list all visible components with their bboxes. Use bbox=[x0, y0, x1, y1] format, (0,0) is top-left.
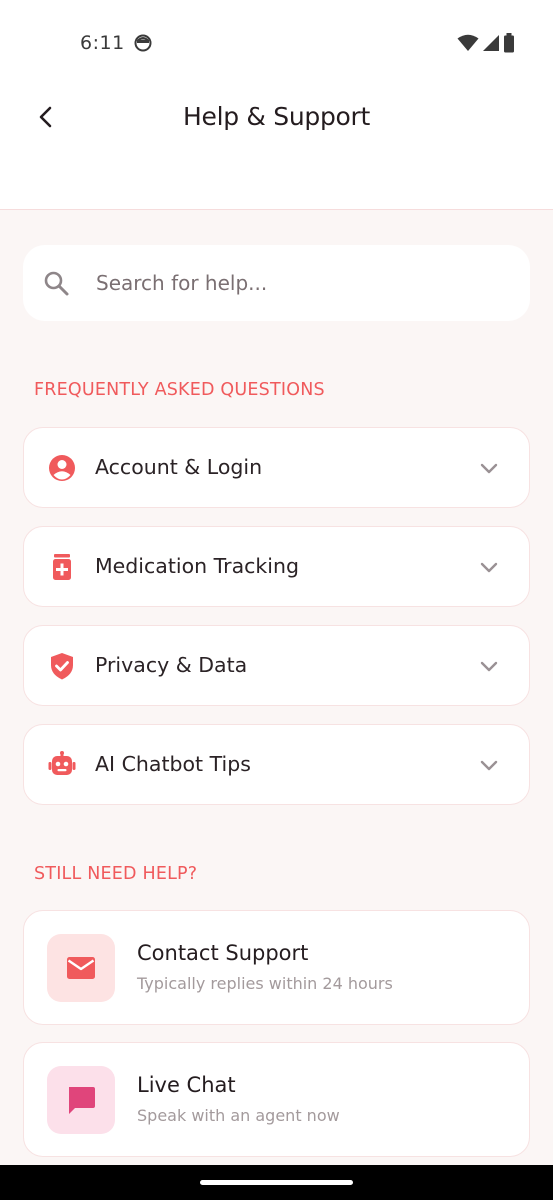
faq-item-label: Account & Login bbox=[95, 455, 263, 479]
help-heading: STILL NEED HELP? bbox=[34, 864, 198, 884]
page-title: Help & Support bbox=[182, 102, 370, 131]
app-header: Help & Support bbox=[0, 86, 553, 210]
faq-item-label: Medication Tracking bbox=[95, 554, 299, 578]
faq-item-medication-tracking[interactable]: Medication Tracking bbox=[23, 526, 530, 607]
live-chat-card[interactable]: Live Chat Speak with an agent now bbox=[23, 1042, 530, 1157]
status-bar: 6:11 bbox=[0, 0, 553, 86]
status-icons bbox=[457, 33, 515, 53]
faq-item-label: Privacy & Data bbox=[95, 653, 248, 677]
status-time: 6:11 bbox=[80, 32, 125, 54]
shield-check-icon bbox=[51, 653, 73, 680]
faq-item-ai-chatbot-tips[interactable]: AI Chatbot Tips bbox=[23, 724, 530, 805]
search-bar[interactable] bbox=[23, 245, 530, 321]
chevron-down-icon bbox=[480, 760, 498, 771]
chevron-down-icon bbox=[480, 463, 498, 474]
battery-icon bbox=[504, 33, 514, 53]
mail-icon bbox=[67, 957, 95, 979]
faq-heading: FREQUENTLY ASKED QUESTIONS bbox=[34, 380, 325, 400]
contact-support-subtitle: Typically replies within 24 hours bbox=[137, 974, 393, 993]
home-indicator[interactable] bbox=[200, 1180, 353, 1185]
faq-item-label: AI Chatbot Tips bbox=[95, 752, 251, 776]
contact-support-title: Contact Support bbox=[137, 941, 309, 965]
contact-support-card[interactable]: Contact Support Typically replies within… bbox=[23, 910, 530, 1025]
system-navigation-bar bbox=[0, 1165, 553, 1200]
live-chat-title: Live Chat bbox=[137, 1073, 236, 1097]
live-chat-icon-box bbox=[47, 1066, 115, 1134]
account-circle-icon bbox=[49, 455, 75, 481]
live-chat-subtitle: Speak with an agent now bbox=[137, 1106, 340, 1125]
chevron-down-icon bbox=[480, 661, 498, 672]
face-icon bbox=[134, 34, 152, 52]
robot-icon bbox=[48, 751, 76, 775]
faq-item-account-login[interactable]: Account & Login bbox=[23, 427, 530, 508]
search-icon bbox=[44, 271, 69, 296]
chevron-down-icon bbox=[480, 562, 498, 573]
help-support-screen: 6:11 Help & Support Search for help... F… bbox=[0, 0, 553, 1200]
chat-icon bbox=[69, 1087, 95, 1114]
search-input[interactable] bbox=[96, 245, 496, 321]
medication-icon bbox=[53, 554, 71, 580]
contact-support-icon-box bbox=[47, 934, 115, 1002]
wifi-icon bbox=[457, 34, 479, 51]
signal-icon bbox=[483, 35, 499, 51]
faq-item-privacy-data[interactable]: Privacy & Data bbox=[23, 625, 530, 706]
